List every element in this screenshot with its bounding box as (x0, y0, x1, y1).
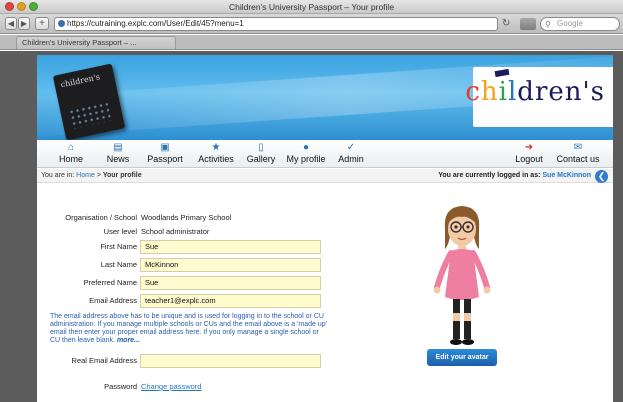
nav-label: Admin (338, 154, 364, 164)
url-text: https://cutraining.explc.com/User/Edit/4… (67, 19, 244, 28)
logged-in-label: You are currently logged in as: (438, 172, 541, 179)
main-nav: ⌂ Home ▤ News ▣ Passport ★ Activities ▯ … (37, 140, 613, 168)
back-button[interactable]: ◀ (5, 17, 17, 30)
email-info-body: The email address above has to be unique… (50, 313, 327, 344)
document-icon: ▤ (113, 142, 123, 153)
preferred-name-label: Preferred Name (83, 278, 137, 287)
more-link[interactable]: more... (117, 337, 140, 344)
org-row: Organisation / School Woodlands Primary … (37, 211, 337, 225)
url-bar[interactable]: https://cutraining.explc.com/User/Edit/4… (54, 17, 498, 31)
nav-label: Contact us (556, 154, 600, 164)
search-field[interactable]: ⚲ Google (540, 17, 620, 31)
nav-news[interactable]: ▤ News (98, 142, 138, 164)
window-title: Children's University Passport – Your pr… (228, 2, 395, 12)
edit-avatar-button[interactable]: Edit your avatar (427, 349, 497, 366)
forward-button[interactable]: ▶ (18, 17, 30, 30)
nav-passport[interactable]: ▣ Passport (141, 142, 189, 164)
passport-book-logo: children's (59, 72, 101, 90)
childrens-university-logo[interactable]: children's (465, 77, 605, 107)
site-favicon-icon (58, 20, 65, 27)
nav-label: Gallery (246, 154, 276, 164)
back-arrow-icon[interactable]: ❮ (595, 170, 608, 183)
breadcrumb-prefix: You are in: (41, 172, 75, 179)
last-name-row: Last Name McKinnon (37, 258, 337, 272)
star-icon: ★ (211, 142, 221, 153)
org-label: Organisation / School (65, 213, 137, 222)
logo-letter-l: l (507, 77, 518, 107)
envelope-icon: ✉ (573, 142, 583, 153)
gallery-icon: ▯ (258, 142, 264, 153)
email-row: Email Address teacher1@explc.com (37, 294, 337, 308)
nav-label: Passport (147, 154, 183, 164)
email-field[interactable]: teacher1@explc.com (140, 294, 321, 308)
nav-my-profile[interactable]: ● My profile (281, 142, 331, 164)
org-value: Woodlands Primary School (141, 213, 232, 222)
last-name-label: Last Name (100, 260, 137, 269)
breadcrumb-bar: You are in: Home > Your profile You are … (37, 169, 613, 183)
email-label: Email Address (89, 296, 137, 305)
person-icon: ● (302, 142, 310, 153)
tab-bar: Children's University Passport – ... (0, 35, 623, 50)
breadcrumb-current: Your profile (102, 172, 142, 179)
real-email-field[interactable] (140, 354, 321, 368)
logged-in-user-link[interactable]: Sue McKinnon (542, 172, 591, 179)
real-email-row: Real Email Address (37, 354, 337, 368)
nav-label: My profile (286, 154, 326, 164)
site-container: children's children's UNIVERSITY ⌂ Home … (37, 55, 613, 402)
logo-letters-drens: dren's (517, 77, 605, 107)
reload-icon[interactable]: ↻ (502, 18, 510, 29)
browser-toolbar: ◀ ▶ + https://cutraining.explc.com/User/… (0, 14, 623, 34)
password-label: Password (104, 382, 137, 391)
first-name-row: First Name Sue (37, 240, 337, 254)
user-level-row: User level School administrator (37, 225, 337, 239)
user-level-label: User level (103, 227, 137, 236)
breadcrumb: You are in: Home > Your profile (41, 172, 142, 179)
logo-letter-h: h (480, 77, 499, 107)
passport-book-dots (68, 101, 112, 130)
breadcrumb-home-link[interactable]: Home (76, 172, 95, 179)
first-name-label: First Name (100, 242, 137, 251)
logo-subtitle: UNIVERSITY (514, 119, 601, 125)
logo-letter-i: i (498, 77, 508, 107)
nav-label: Logout (515, 154, 543, 164)
nav-logout[interactable]: ➜ Logout (511, 142, 547, 164)
nav-activities[interactable]: ★ Activities (190, 142, 242, 164)
nav-admin[interactable]: ✓ Admin (333, 142, 369, 164)
nav-home[interactable]: ⌂ Home (51, 142, 91, 164)
nav-gallery[interactable]: ▯ Gallery (241, 142, 281, 164)
nav-label: Home (58, 154, 83, 164)
new-tab-plus-button[interactable]: + (35, 17, 49, 30)
change-password-link[interactable]: Change password (141, 382, 201, 391)
window-titlebar: Children's University Passport – Your pr… (0, 0, 623, 14)
search-placeholder: Google (557, 19, 583, 28)
email-info-text: The email address above has to be unique… (50, 313, 330, 345)
logged-in-status: You are currently logged in as: Sue McKi… (438, 172, 591, 179)
password-row: Password Change password (37, 380, 337, 394)
checkmark-icon: ✓ (346, 142, 356, 153)
logo-letter-c: c (465, 77, 481, 107)
breadcrumb-separator: > (96, 172, 101, 179)
nav-label: Activities (198, 154, 234, 164)
preferred-name-row: Preferred Name Sue (37, 276, 337, 290)
search-icon: ⚲ (545, 20, 551, 29)
passport-book-image: children's (52, 63, 126, 140)
rss-icon[interactable] (520, 18, 536, 30)
last-name-field[interactable]: McKinnon (140, 258, 321, 272)
preferred-name-field[interactable]: Sue (140, 276, 321, 290)
nav-contact-us[interactable]: ✉ Contact us (552, 142, 604, 164)
site-banner: children's children's UNIVERSITY (37, 55, 613, 140)
logout-arrow-icon: ➜ (524, 142, 534, 153)
real-email-label: Real Email Address (71, 356, 137, 365)
first-name-field[interactable]: Sue (140, 240, 321, 254)
passport-icon: ▣ (160, 142, 170, 153)
house-icon: ⌂ (67, 142, 75, 153)
nav-label: News (106, 154, 130, 164)
browser-tab[interactable]: Children's University Passport – ... (16, 36, 176, 49)
user-level-value: School administrator (141, 227, 210, 236)
